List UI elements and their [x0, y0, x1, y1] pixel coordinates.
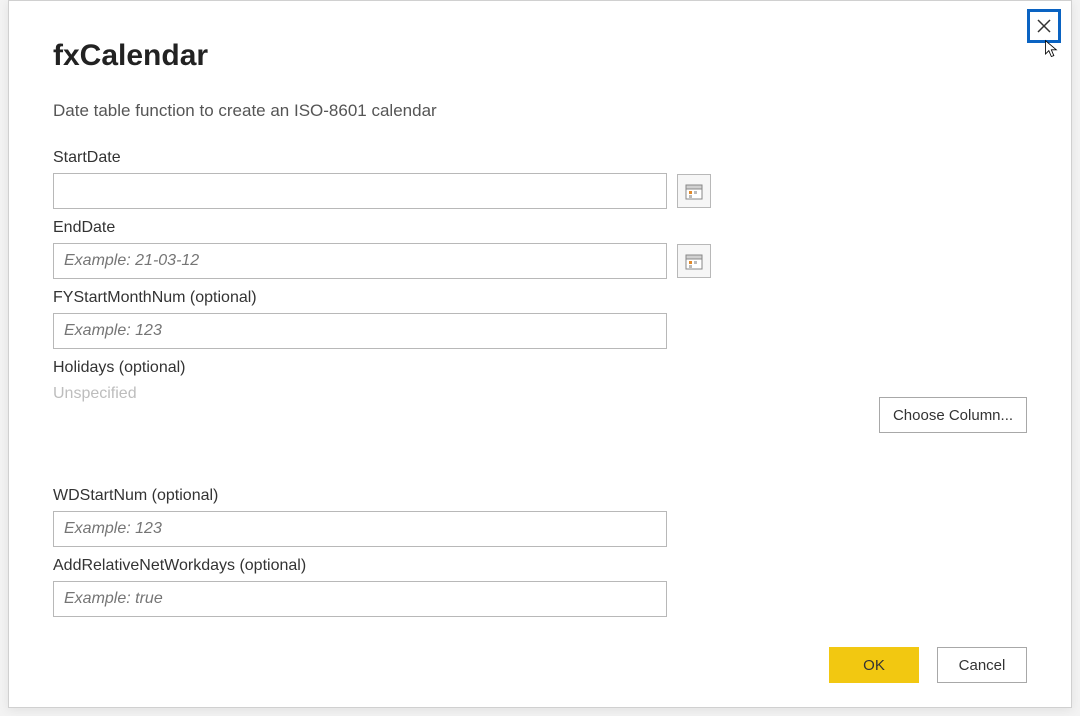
fystartmonthnum-input[interactable]: [53, 313, 667, 349]
addrelativenetworkdays-input[interactable]: [53, 581, 667, 617]
holidays-label: Holidays (optional): [53, 359, 1027, 377]
enddate-label: EndDate: [53, 219, 1027, 237]
calendar-icon: [685, 252, 703, 270]
choose-column-button[interactable]: Choose Column...: [879, 397, 1027, 433]
field-enddate: EndDate: [53, 219, 1027, 279]
startdate-datepicker-button[interactable]: [677, 174, 711, 208]
holidays-unspecified-text: Unspecified: [53, 385, 137, 403]
field-addrelativenetworkdays: AddRelativeNetWorkdays (optional): [53, 557, 1027, 617]
dialog-title: fxCalendar: [53, 39, 1027, 73]
close-button[interactable]: [1027, 9, 1061, 43]
calendar-icon: [685, 182, 703, 200]
startdate-label: StartDate: [53, 149, 1027, 167]
addrelativenetworkdays-label: AddRelativeNetWorkdays (optional): [53, 557, 1027, 575]
fystartmonthnum-label: FYStartMonthNum (optional): [53, 289, 1027, 307]
cancel-button[interactable]: Cancel: [937, 647, 1027, 683]
wdstartnum-label: WDStartNum (optional): [53, 487, 1027, 505]
field-wdstartnum: WDStartNum (optional): [53, 487, 1027, 547]
startdate-input[interactable]: [53, 173, 667, 209]
enddate-input[interactable]: [53, 243, 667, 279]
close-icon: [1035, 17, 1053, 35]
field-startdate: StartDate: [53, 149, 1027, 209]
wdstartnum-input[interactable]: [53, 511, 667, 547]
field-holidays: Holidays (optional) Unspecified Choose C…: [53, 359, 1027, 433]
field-fystartmonthnum: FYStartMonthNum (optional): [53, 289, 1027, 349]
enddate-datepicker-button[interactable]: [677, 244, 711, 278]
dialog-footer: OK Cancel: [829, 647, 1027, 683]
dialog-subtitle: Date table function to create an ISO-860…: [53, 101, 1027, 121]
ok-button[interactable]: OK: [829, 647, 919, 683]
function-dialog: fxCalendar Date table function to create…: [8, 0, 1072, 708]
